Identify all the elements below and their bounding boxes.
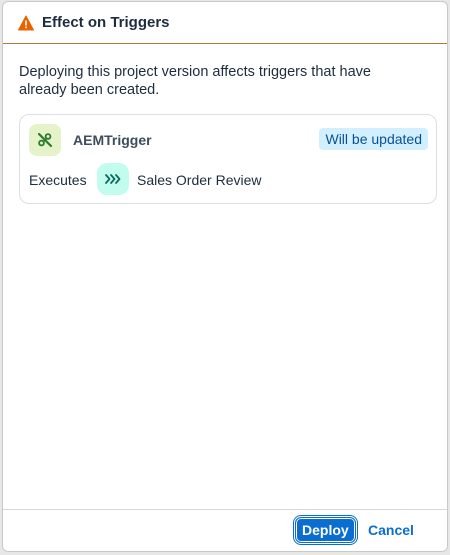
trigger-avatar [29,124,61,156]
event-trigger-icon [37,132,53,148]
trigger-name: AEMTrigger [73,132,152,148]
executes-label: Executes [29,172,87,188]
status-badge: Will be updated [319,128,428,150]
dialog-footer: Deploy Cancel [3,509,447,551]
process-avatar [97,163,129,195]
dialog-title: Effect on Triggers [42,14,170,31]
dialog-message: Deploying this project version affects t… [19,64,371,98]
warning-triangle-icon [18,15,34,31]
deploy-button[interactable]: Deploy [293,515,358,545]
trigger-card: AEMTrigger Will be updated Executes Sale… [19,114,437,204]
cancel-button[interactable]: Cancel [362,517,420,543]
dialog-header: Effect on Triggers [3,2,447,44]
process-chevrons-icon [105,174,121,184]
effect-on-triggers-dialog: Effect on Triggers Deploying this projec… [2,1,448,552]
process-name[interactable]: Sales Order Review [137,172,262,188]
